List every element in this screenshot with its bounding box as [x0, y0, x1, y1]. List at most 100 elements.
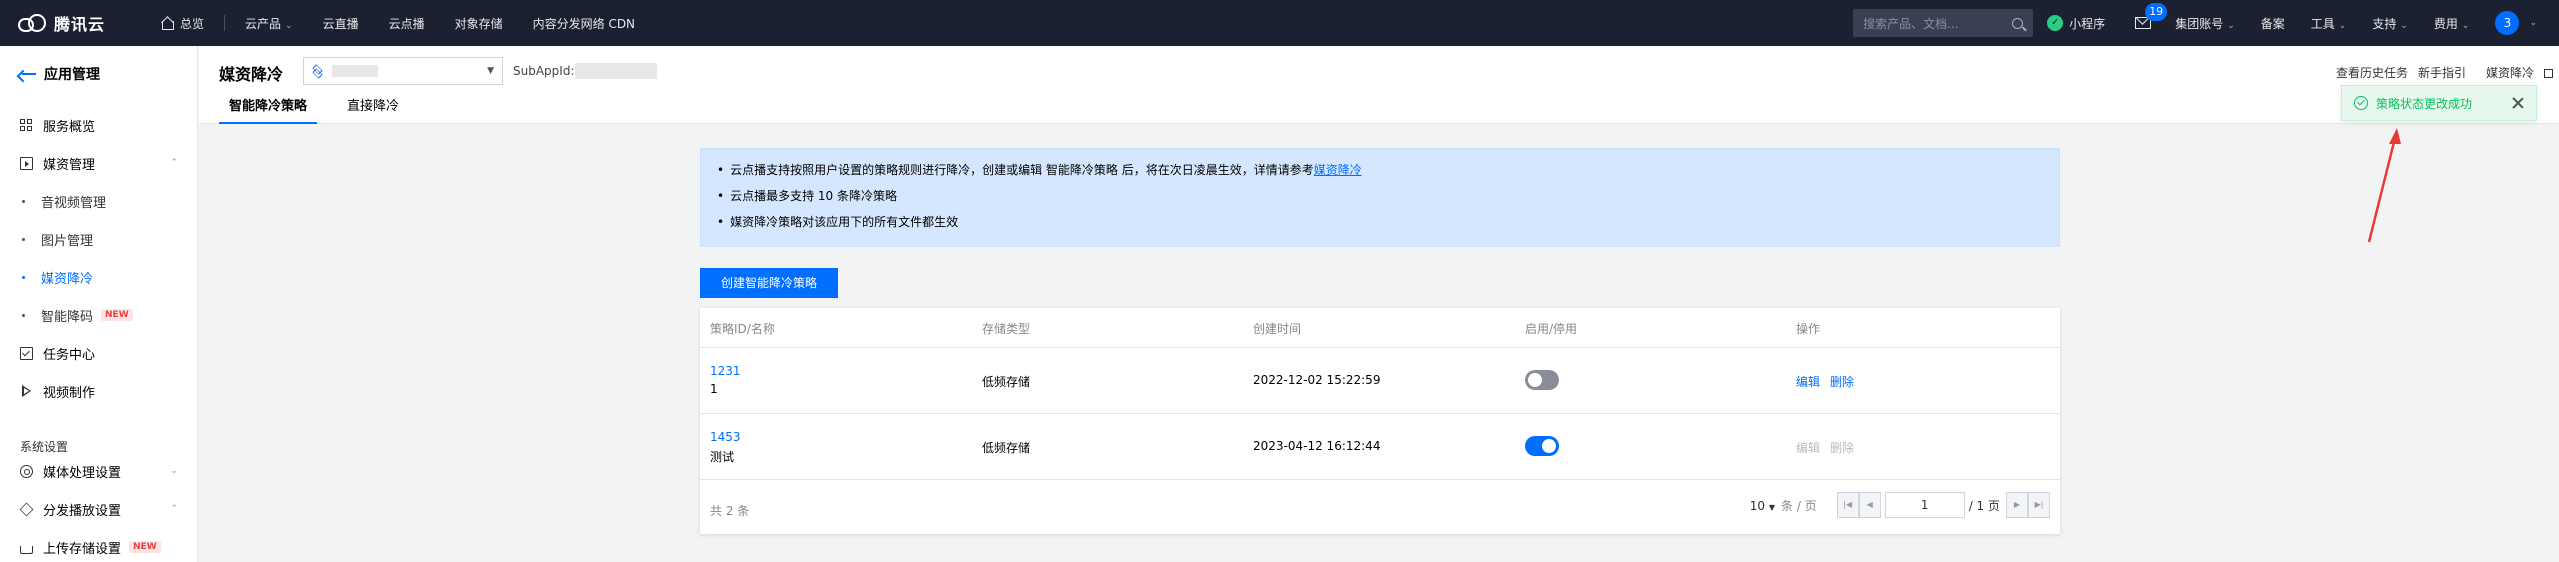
sidebar-item-tasks[interactable]: 任务中心	[0, 338, 198, 368]
subappid-label: SubAppId:	[513, 64, 575, 78]
sidebar-item-label: 服务概览	[43, 119, 96, 135]
toast-message: 策略状态更改成功	[2376, 96, 2473, 111]
sidebar-item-video-production[interactable]: 视频制作	[0, 376, 198, 406]
create-policy-button[interactable]: 创建智能降冷策略	[700, 268, 838, 298]
search-icon[interactable]	[2012, 17, 2024, 29]
nav-tools[interactable]: 工具 ⌄	[2311, 15, 2347, 32]
app-select[interactable]: ▼	[303, 57, 503, 85]
sidebar-item-upload-storage[interactable]: 上传存储设置 NEW	[0, 532, 198, 562]
arrow-left-icon	[22, 69, 36, 79]
annotation-arrow-shaft	[2367, 137, 2397, 243]
annotation-arrow	[2367, 128, 2401, 243]
layers-icon	[312, 64, 324, 79]
caret-down-icon: ▼	[487, 66, 494, 76]
home-icon	[160, 17, 174, 30]
next-page-icon[interactable]: ▶	[2006, 492, 2028, 518]
docs-link-label: 媒资降冷	[2485, 66, 2534, 80]
edit-button[interactable]: 编辑	[1796, 373, 1820, 390]
messages-button[interactable]: 19	[2135, 3, 2168, 29]
back-to-app-management[interactable]: 应用管理	[0, 46, 197, 102]
app-select-value-redacted	[332, 65, 378, 77]
nav-cdn[interactable]: 内容分发网络 CDN	[533, 15, 635, 32]
page-title: 媒资降冷	[219, 65, 284, 84]
nav-support-label: 支持	[2372, 16, 2397, 31]
global-search-input[interactable]: 搜索产品、文档...	[1853, 9, 2034, 37]
nav-billing[interactable]: 费用 ⌄	[2434, 15, 2470, 32]
sidebar-item-distribution[interactable]: 分发播放设置 ⌃	[0, 494, 198, 524]
table-row: 1231 1 低频存储 2022-12-02 15:22:59 编辑 删除	[700, 348, 2060, 414]
nav-products[interactable]: 云产品 ⌄	[245, 15, 293, 32]
table-footer: 共 2 条 10 ▼ 条 / 页 |◀ ◀ 1 / 1 页 ▶ ▶|	[700, 480, 2060, 534]
sidebar-item-label: 视频制作	[43, 385, 96, 401]
sidebar-subitem-images[interactable]: 图片管理	[0, 224, 198, 254]
grid-icon	[20, 118, 33, 132]
toggle-knob	[1528, 373, 1542, 387]
mini-program-icon: ✓	[2047, 15, 2064, 31]
external-link-icon	[2544, 69, 2553, 78]
info-notice: 云点播支持按照用户设置的策略规则进行降冷，创建或编辑 智能降冷策略 后，将在次日…	[700, 148, 2060, 247]
nav-vod[interactable]: 云点播	[389, 15, 425, 32]
sidebar-subitem-smart-transcode[interactable]: 智能降码 NEW	[0, 300, 198, 330]
nav-home[interactable]: 总览	[160, 15, 204, 32]
history-tasks-link[interactable]: 查看历史任务	[2336, 64, 2408, 81]
policy-id-link[interactable]: 1453	[710, 430, 741, 444]
chevron-down-icon: ⌄	[170, 466, 178, 476]
success-toast: 策略状态更改成功	[2341, 85, 2537, 121]
notice-text: 云点播支持按照用户设置的策略规则进行降冷，创建或编辑 智能降冷策略 后，将在次日…	[730, 163, 1314, 177]
nav-group-account-label: 集团账号	[2175, 16, 2224, 31]
media-icon	[20, 156, 33, 170]
nav-group-account[interactable]: 集团账号 ⌄	[2175, 15, 2235, 32]
new-badge: NEW	[129, 541, 161, 553]
user-menu[interactable]: 3 ⌄	[2495, 11, 2537, 35]
sidebar-subitem-av[interactable]: 音视频管理	[0, 186, 198, 216]
play-icon	[20, 384, 33, 398]
chevron-up-icon: ⌃	[170, 158, 178, 168]
sidebar-item-label: 任务中心	[43, 347, 96, 363]
column-header: 启用/停用	[1525, 322, 1578, 336]
delete-button-disabled: 删除	[1830, 441, 1855, 455]
mini-program-link[interactable]: ✓ 小程序	[2047, 15, 2105, 32]
tab-smart-cooling[interactable]: 智能降冷策略	[219, 94, 318, 124]
sidebar-subitem-cold-storage[interactable]: 媒资降冷	[0, 262, 198, 292]
caret-down-icon: ▼	[1768, 502, 1775, 512]
sidebar-item-label: 分发播放设置	[43, 503, 122, 519]
enable-toggle[interactable]	[1525, 436, 1559, 456]
sidebar: 应用管理 服务概览 媒资管理 ⌃ 音视频管理 图片管理 媒资降冷 智能降码 NE…	[0, 46, 198, 562]
nav-divider	[224, 15, 226, 31]
message-count-badge: 19	[2145, 3, 2168, 21]
first-page-icon[interactable]: |◀	[1836, 492, 1859, 518]
nav-support[interactable]: 支持 ⌄	[2372, 15, 2408, 32]
back-label: 应用管理	[44, 67, 100, 83]
sidebar-item-overview[interactable]: 服务概览	[0, 110, 198, 140]
delete-button[interactable]: 删除	[1830, 373, 1854, 390]
policy-name: 1	[710, 382, 718, 396]
notice-line: 云点播最多支持 10 条降冷策略	[717, 186, 2043, 212]
sidebar-item-media[interactable]: 媒资管理 ⌃	[0, 148, 198, 178]
page-size-select[interactable]: 10 ▼ 条 / 页	[1750, 497, 1817, 514]
page-number-input[interactable]: 1	[1884, 492, 1965, 518]
policy-id-link[interactable]: 1231	[710, 364, 741, 378]
nav-beian[interactable]: 备案	[2261, 15, 2285, 32]
mini-program-label: 小程序	[2069, 16, 2106, 31]
prev-page-icon[interactable]: ◀	[1858, 492, 1881, 518]
close-icon[interactable]	[2512, 97, 2524, 109]
bullet-icon	[22, 275, 25, 279]
policy-table: 策略ID/名称 存储类型 创建时间 启用/停用 操作 1231 1 低频存储 2…	[700, 308, 2060, 534]
brand-logo[interactable]: 腾讯云	[18, 11, 138, 35]
docs-link[interactable]: 媒资降冷	[2476, 64, 2553, 81]
bullet-icon	[22, 199, 25, 203]
chevron-down-icon: ⌄	[2338, 20, 2347, 31]
nav-cos[interactable]: 对象存储	[455, 15, 503, 32]
beginner-guide-link[interactable]: 新手指引	[2418, 64, 2466, 81]
cloud-logo-icon	[18, 13, 48, 33]
notice-line: 云点播支持按照用户设置的策略规则进行降冷，创建或编辑 智能降冷策略 后，将在次日…	[717, 160, 2043, 186]
sidebar-item-label: 智能降码	[41, 309, 94, 325]
tab-direct-cooling[interactable]: 直接降冷	[337, 94, 409, 124]
notice-doc-link[interactable]: 媒资降冷	[1314, 163, 1362, 177]
sidebar-item-media-processing[interactable]: 媒体处理设置 ⌄	[0, 456, 198, 486]
last-page-icon[interactable]: ▶|	[2028, 492, 2050, 518]
nav-home-label: 总览	[180, 16, 205, 31]
enable-toggle[interactable]	[1525, 370, 1559, 390]
gear-icon	[20, 464, 33, 478]
nav-live[interactable]: 云直播	[323, 15, 359, 32]
